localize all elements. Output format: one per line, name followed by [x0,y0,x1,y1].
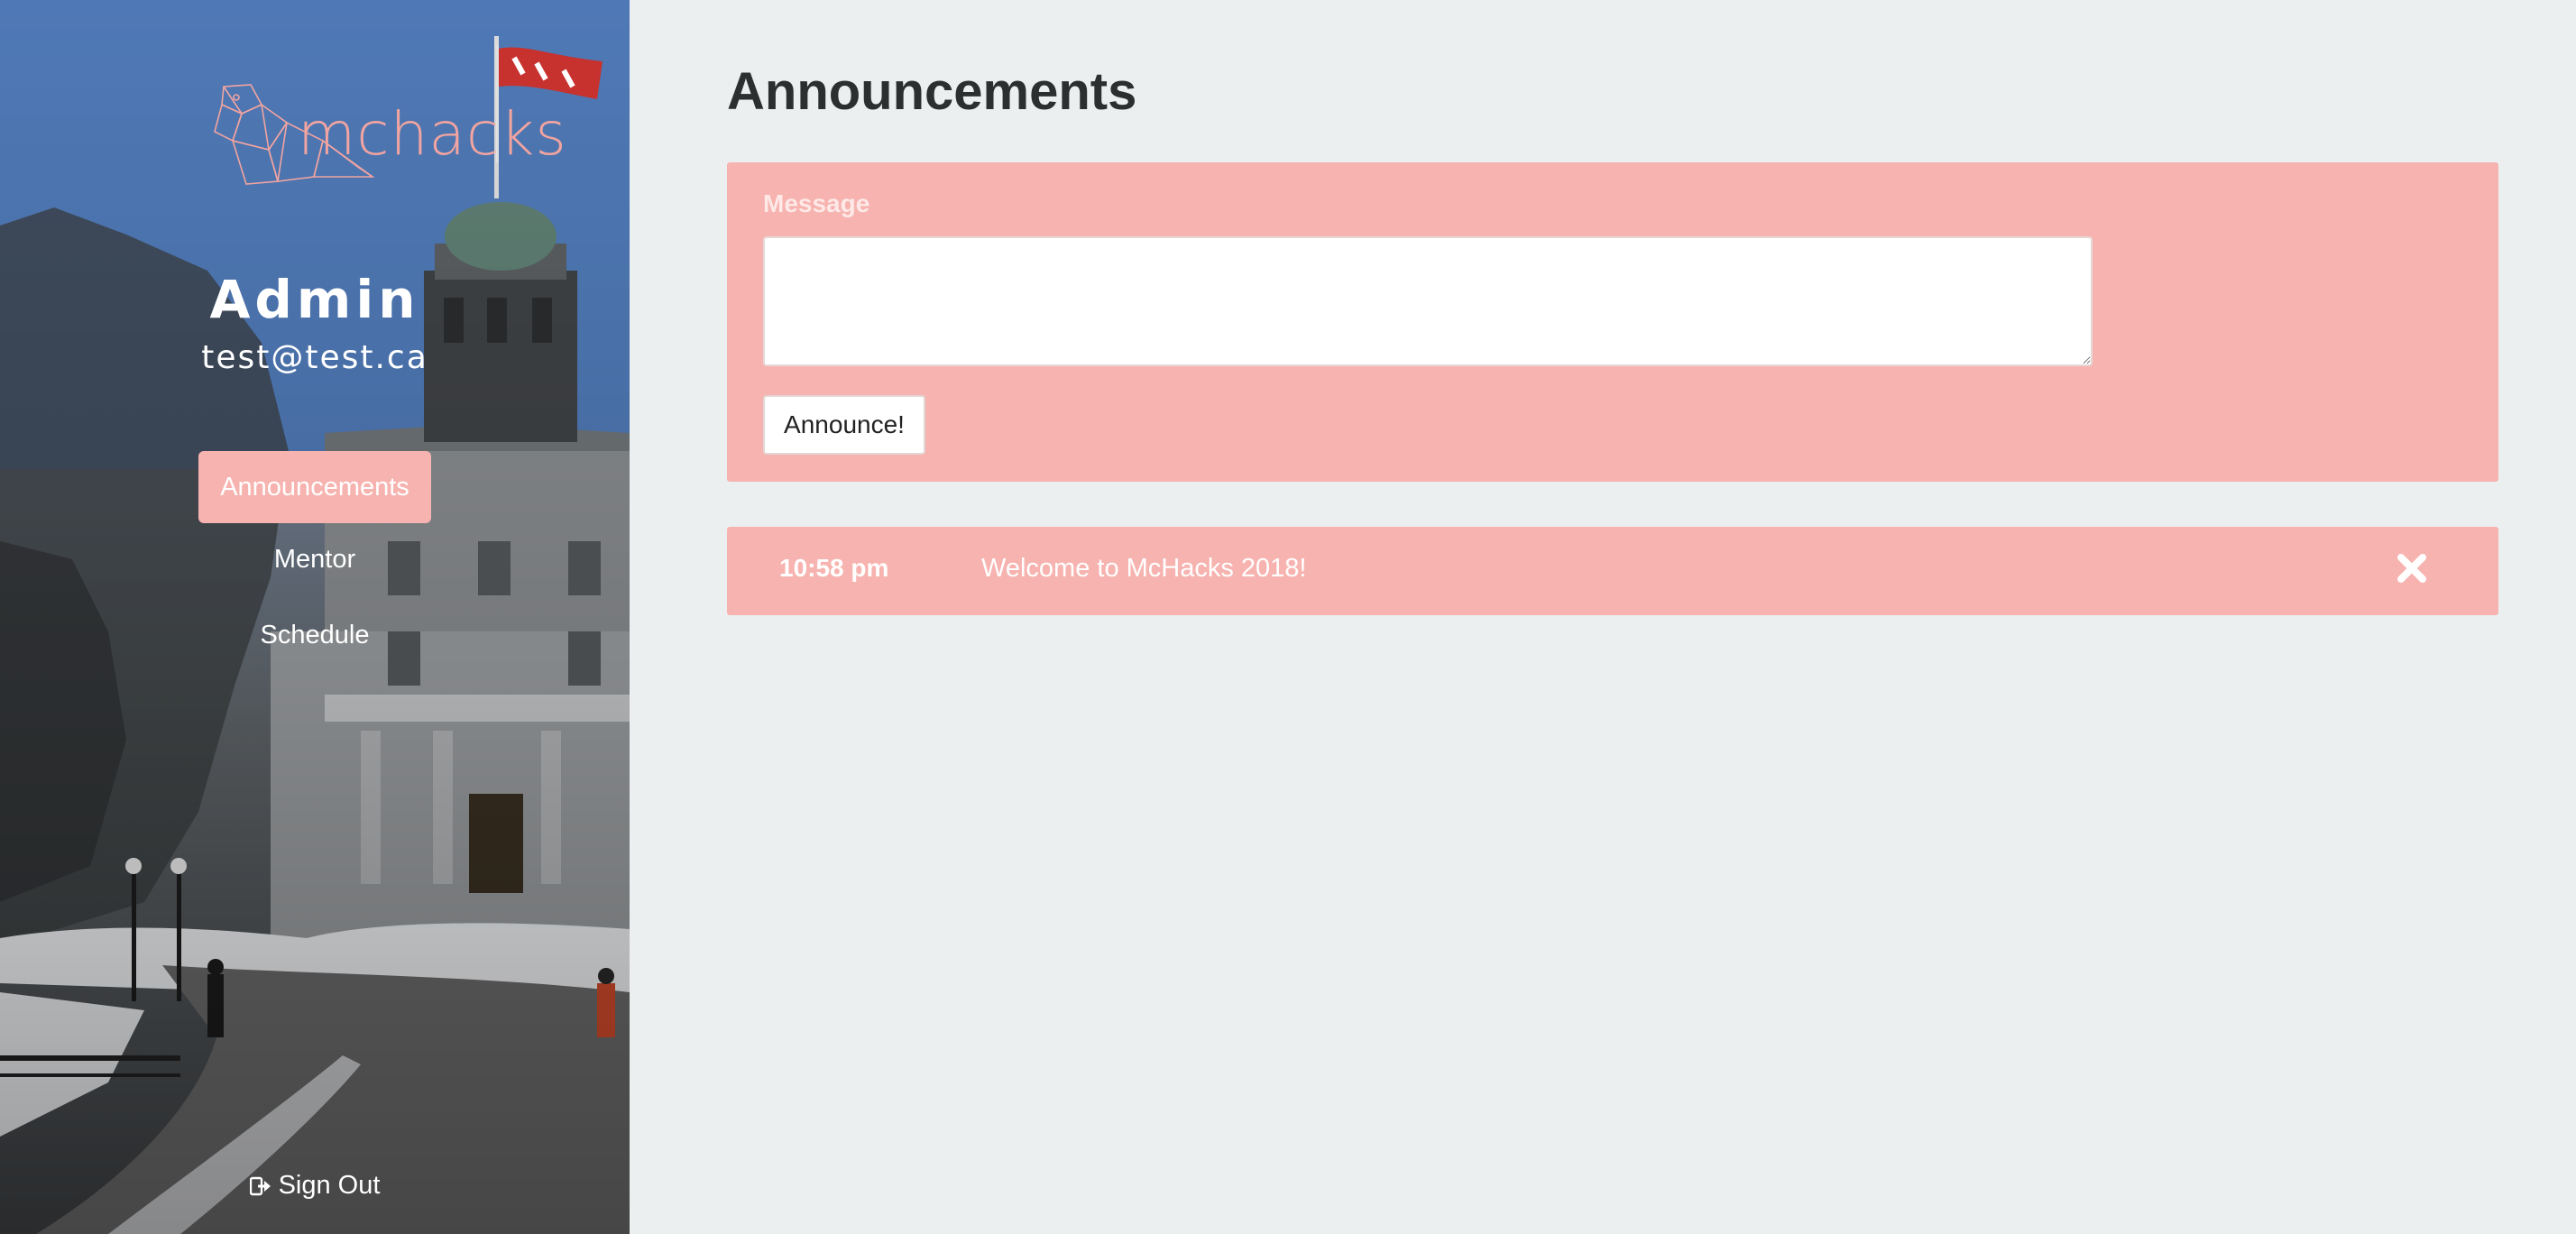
nav-item-announcements[interactable]: Announcements [198,451,431,523]
sign-out-link[interactable]: Sign Out [0,1171,630,1201]
sign-out-icon [249,1174,271,1200]
message-textarea[interactable] [763,236,2093,366]
announcement-text: Welcome to McHacks 2018! [981,554,1307,583]
announcement-time: 10:58 pm [779,554,889,582]
page-title: Announcements [727,62,1137,121]
sidebar: mchacks Admin test@test.ca Announcements… [0,0,630,1234]
announcement-form: Message Announce! [727,162,2498,482]
nav-item-mentor[interactable]: Mentor [198,523,431,595]
message-label: Message [763,189,870,217]
close-icon[interactable] [2396,552,2428,585]
user-email: test@test.ca [201,339,428,376]
brand-logo-text: mchacks [298,99,567,169]
user-name: Admin [209,269,420,330]
announce-button[interactable]: Announce! [763,395,925,455]
announcement-item: 10:58 pm Welcome to McHacks 2018! [727,527,2498,615]
nav-item-schedule[interactable]: Schedule [198,599,431,671]
sign-out-label: Sign Out [278,1171,381,1200]
